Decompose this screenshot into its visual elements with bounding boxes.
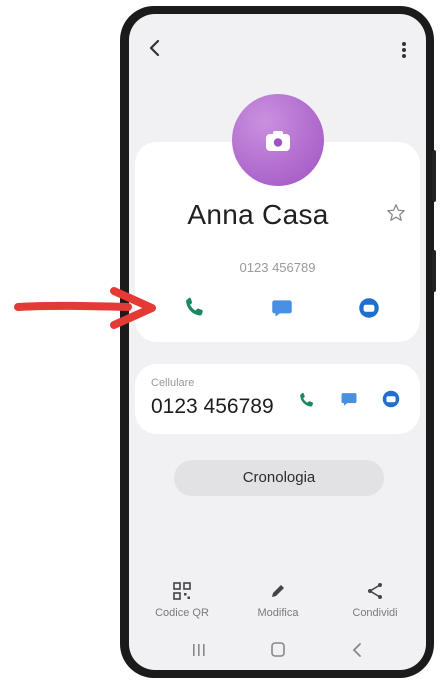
- navigation-bar: [129, 636, 426, 666]
- message-button[interactable]: [269, 295, 295, 321]
- back-icon: [352, 643, 361, 657]
- video-call-button[interactable]: [356, 295, 382, 321]
- camera-icon: [266, 131, 290, 151]
- power-button: [432, 250, 436, 292]
- nav-back-button[interactable]: [337, 640, 377, 660]
- more-options-icon: [402, 42, 406, 58]
- top-bar: [129, 14, 426, 84]
- more-options-button[interactable]: [396, 38, 412, 62]
- qr-code-button[interactable]: Codice QR: [139, 581, 225, 619]
- qr-code-icon: [173, 582, 191, 600]
- home-button[interactable]: [258, 640, 298, 660]
- contact-phone: 0123 456789: [239, 260, 316, 275]
- red-arrow-annotation: [14, 287, 156, 329]
- mobile-message-button[interactable]: [339, 389, 359, 409]
- phone-screen: Anna Casa 0123 456789 Cellulare 0123 456…: [129, 14, 426, 670]
- recent-apps-icon: [193, 644, 205, 656]
- video-call-icon: [382, 390, 400, 408]
- message-icon: [272, 300, 292, 317]
- back-arrow-icon: [149, 39, 160, 57]
- recent-apps-button[interactable]: [179, 640, 219, 660]
- edit-label: Modifica: [257, 607, 299, 619]
- mobile-call-button[interactable]: [297, 390, 317, 410]
- message-icon: [341, 393, 357, 406]
- share-button[interactable]: Condividi: [332, 581, 418, 619]
- phone-icon: [300, 392, 313, 407]
- call-button[interactable]: [182, 294, 208, 320]
- share-label: Condividi: [352, 607, 398, 619]
- phone-icon: [186, 297, 203, 316]
- edit-button[interactable]: Modifica: [235, 581, 321, 619]
- mobile-number: 0123 456789: [151, 395, 274, 418]
- qr-code-label: Codice QR: [155, 607, 209, 619]
- video-call-icon: [359, 298, 379, 318]
- favorite-button[interactable]: [385, 202, 407, 224]
- contact-name: Anna Casa: [187, 199, 329, 230]
- star-icon: [387, 204, 405, 221]
- share-icon: [368, 583, 382, 599]
- history-button[interactable]: Cronologia: [174, 460, 384, 496]
- back-button[interactable]: [143, 36, 167, 60]
- home-icon: [271, 642, 285, 657]
- avatar[interactable]: [232, 94, 324, 186]
- mobile-video-call-button[interactable]: [380, 388, 402, 410]
- pencil-icon: [272, 585, 284, 597]
- mobile-label: Cellulare: [151, 377, 195, 389]
- volume-button: [432, 150, 436, 202]
